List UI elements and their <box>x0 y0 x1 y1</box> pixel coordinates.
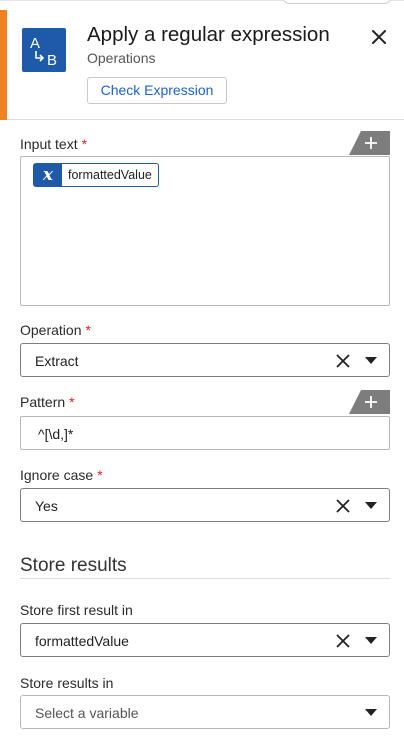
ignore-case-select[interactable]: Yes <box>20 488 390 522</box>
svg-text:B: B <box>47 52 57 69</box>
dialog-title: Apply a regular expression <box>87 23 330 46</box>
store-results-heading: Store results <box>20 555 127 576</box>
chevron-down-icon[interactable] <box>365 502 377 510</box>
input-text-field[interactable]: x formattedValue <box>20 156 390 306</box>
top-panel-edge <box>283 0 391 4</box>
store-first-result-value: formattedValue <box>35 633 129 649</box>
svg-text:A: A <box>30 35 40 52</box>
store-first-result-label: Store first result in <box>20 602 133 618</box>
variable-token[interactable]: x formattedValue <box>33 163 159 187</box>
store-first-result-select[interactable]: formattedValue <box>20 623 390 657</box>
input-text-label: Input text * <box>20 136 88 152</box>
dialog-subtitle: Operations <box>87 50 156 66</box>
clear-icon[interactable] <box>336 499 350 513</box>
pattern-input[interactable]: ^[\d,]* <box>20 416 390 450</box>
check-expression-button[interactable]: Check Expression <box>87 77 227 104</box>
operation-label: Operation * <box>20 322 91 338</box>
chevron-down-icon[interactable] <box>365 709 377 717</box>
store-results-placeholder: Select a variable <box>35 705 139 721</box>
close-icon[interactable] <box>368 26 390 48</box>
required-marker: * <box>85 322 91 338</box>
clear-icon[interactable] <box>336 354 350 368</box>
required-marker: * <box>81 136 88 152</box>
operation-select[interactable]: Extract <box>20 343 390 377</box>
insert-variable-plus-icon[interactable] <box>349 131 390 155</box>
ignore-case-value: Yes <box>35 498 58 514</box>
regex-replace-icon: A B <box>22 28 66 72</box>
pattern-label: Pattern * <box>20 394 75 410</box>
section-divider <box>20 578 390 579</box>
required-marker: * <box>69 394 75 410</box>
insert-variable-plus-icon[interactable] <box>349 390 390 414</box>
variable-x-icon: x <box>34 164 62 186</box>
variable-token-name: formattedValue <box>68 168 152 182</box>
pattern-value: ^[\d,]* <box>38 426 74 442</box>
header-accent-bar <box>0 10 7 120</box>
clear-icon[interactable] <box>336 634 350 648</box>
required-marker: * <box>97 467 103 483</box>
ignore-case-label: Ignore case * <box>20 467 103 483</box>
store-results-label: Store results in <box>20 675 114 691</box>
operation-value: Extract <box>35 353 79 369</box>
chevron-down-icon[interactable] <box>365 357 377 365</box>
chevron-down-icon[interactable] <box>365 637 377 645</box>
store-results-select[interactable]: Select a variable <box>20 695 390 729</box>
